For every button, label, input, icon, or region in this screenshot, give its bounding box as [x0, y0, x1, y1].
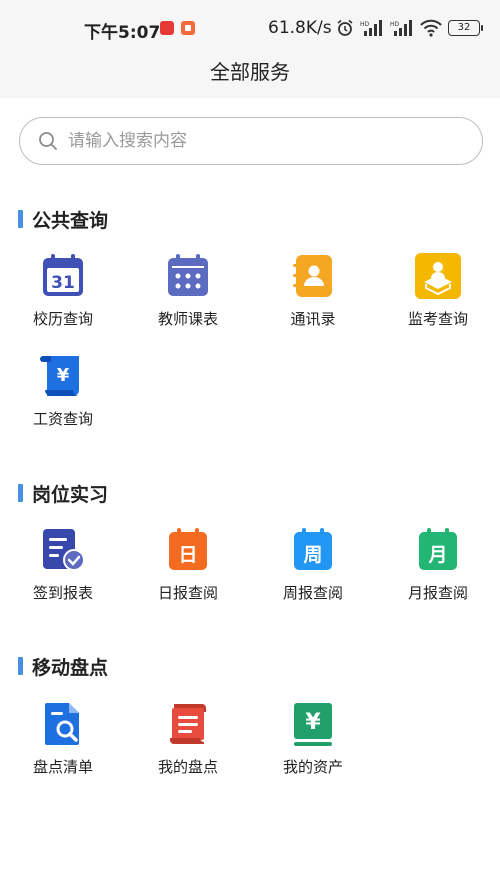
search-icon: [39, 132, 57, 150]
network-speed: 61.8K/s: [268, 18, 332, 38]
top-bar: 下午5:07 61.8K/s HD HD 32 全部服务: [0, 0, 500, 98]
section-accent-bar: [18, 657, 23, 675]
section-header: 公共查询: [18, 208, 109, 232]
svg-text:HD: HD: [390, 21, 400, 28]
monthly-report-icon: 月: [419, 528, 457, 570]
svg-text:HD: HD: [360, 21, 370, 28]
service-label: 通讯录: [290, 310, 336, 328]
service-label: 周报查阅: [282, 584, 343, 602]
svg-text:周: 周: [303, 544, 322, 566]
signal-icon-2: HD: [390, 20, 412, 36]
signal-icon: HD: [360, 20, 382, 36]
section-header: 岗位实习: [18, 482, 109, 506]
battery-indicator: 32: [448, 20, 483, 36]
service-label: 月报查阅: [407, 584, 468, 602]
service-salary-query[interactable]: ¥ 工资查询: [8, 352, 118, 429]
service-label: 日报查阅: [157, 584, 218, 602]
weekly-report-icon: 周: [294, 528, 332, 570]
svg-text:31: 31: [51, 273, 75, 293]
svg-text:¥: ¥: [57, 365, 70, 386]
section-header: 移动盘点: [18, 655, 109, 679]
service-contacts[interactable]: 通讯录: [258, 252, 368, 329]
svg-text:¥: ¥: [305, 710, 321, 735]
search-input[interactable]: [68, 131, 448, 151]
service-label: 盘点清单: [32, 758, 93, 776]
service-inventory-list[interactable]: 盘点清单: [8, 700, 118, 777]
my-inventory-icon: [170, 704, 206, 744]
search-bar[interactable]: [19, 117, 483, 165]
status-icons: HD HD 32: [336, 18, 483, 38]
section-title: 公共查询: [32, 209, 109, 232]
svg-text:月: 月: [427, 544, 447, 566]
section-accent-bar: [18, 210, 23, 228]
section-title: 移动盘点: [32, 656, 109, 679]
service-my-inventory[interactable]: 我的盘点: [133, 700, 243, 777]
service-exam-invigilation[interactable]: 监考查询: [383, 252, 493, 329]
my-assets-icon: ¥: [294, 703, 332, 746]
service-school-calendar[interactable]: 31 校历查询: [8, 252, 118, 329]
service-label: 我的盘点: [157, 758, 218, 776]
service-my-assets[interactable]: ¥ 我的资产: [258, 700, 368, 777]
service-daily-report[interactable]: 日 日报查阅: [133, 526, 243, 603]
contacts-book-icon: [293, 255, 332, 297]
notification-app-icon: [160, 21, 174, 35]
svg-text:日: 日: [178, 544, 197, 566]
service-label: 我的资产: [282, 758, 343, 776]
inventory-list-icon: [45, 703, 79, 745]
daily-report-icon: 日: [169, 528, 207, 570]
service-monthly-report[interactable]: 月 月报查阅: [383, 526, 493, 603]
page-title: 全部服务: [210, 60, 290, 84]
service-label: 校历查询: [32, 310, 93, 328]
service-weekly-report[interactable]: 周 周报查阅: [258, 526, 368, 603]
service-label: 签到报表: [32, 584, 93, 602]
alarm-icon: [337, 19, 353, 36]
service-teacher-timetable[interactable]: 教师课表: [133, 252, 243, 329]
calendar-grid-icon: [168, 254, 208, 296]
salary-scroll-icon: ¥: [40, 356, 79, 396]
calendar-31-icon: 31: [43, 254, 83, 296]
section-accent-bar: [18, 484, 23, 502]
service-checkin-report[interactable]: 签到报表: [8, 526, 118, 603]
status-bar: 下午5:07 61.8K/s HD HD 32: [0, 0, 500, 56]
notification-app-icon-2: [181, 21, 195, 35]
service-label: 监考查询: [407, 310, 468, 328]
exam-monitor-icon: [415, 253, 461, 299]
status-time: 下午5:07: [84, 23, 161, 43]
service-label: 工资查询: [32, 410, 93, 428]
section-title: 岗位实习: [32, 483, 109, 506]
wifi-icon: [420, 19, 442, 37]
checkin-report-icon: [43, 529, 85, 571]
service-label: 教师课表: [157, 310, 218, 328]
